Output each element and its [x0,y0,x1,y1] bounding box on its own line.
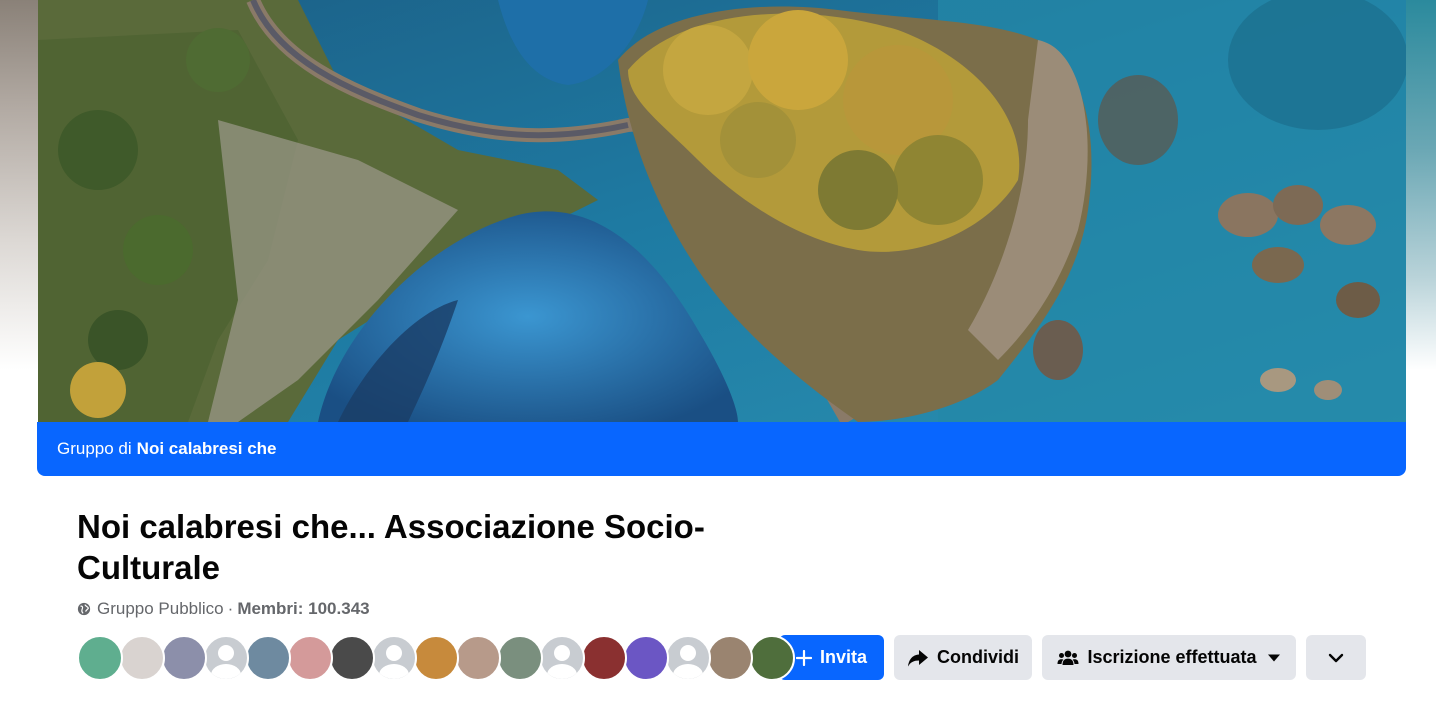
member-avatar[interactable] [329,635,375,681]
default-avatar-icon [218,645,234,661]
member-avatar[interactable] [539,635,585,681]
member-avatar[interactable] [707,635,753,681]
member-avatar[interactable] [77,635,123,681]
membership-label: Iscrizione effettuata [1087,647,1257,667]
default-avatar-icon [680,645,696,661]
cover-backdrop-right [1406,0,1436,370]
owner-prefix: Gruppo di [57,439,132,458]
member-avatar[interactable] [413,635,459,681]
member-avatar[interactable] [665,635,711,681]
member-avatar[interactable] [287,635,333,681]
member-avatar[interactable] [623,635,669,681]
member-avatar[interactable] [245,635,291,681]
more-options-button[interactable] [1306,635,1366,680]
group-title: Noi calabresi che... Associazione Socio-… [77,508,705,586]
membership-button[interactable]: Iscrizione effettuata [1042,635,1296,680]
plus-icon [795,649,812,666]
cover-photo[interactable] [38,0,1406,422]
member-avatar[interactable] [581,635,627,681]
share-label: Condividi [937,647,1019,667]
member-avatars [77,635,795,681]
owner-link[interactable]: Noi calabresi che [137,439,277,459]
chevron-down-icon [1328,653,1344,662]
member-avatar[interactable] [203,635,249,681]
caret-down-icon [1267,654,1280,661]
member-avatar[interactable] [161,635,207,681]
default-avatar-body [547,664,577,679]
meta-separator: · [227,599,234,618]
group-meta: Gruppo Pubblico · Membri: 100.343 [77,598,370,620]
privacy-label[interactable]: Gruppo Pubblico [97,599,224,619]
share-button[interactable]: Condividi [894,635,1032,680]
invite-label: Invita [819,647,867,667]
default-avatar-icon [554,645,570,661]
share-arrow-icon [908,649,928,666]
member-avatar[interactable] [371,635,417,681]
globe-icon [77,602,91,616]
default-avatar-body [673,664,703,679]
cover-backdrop-left [0,0,38,370]
member-avatar[interactable] [119,635,165,681]
default-avatar-body [379,664,409,679]
member-avatar[interactable] [497,635,543,681]
default-avatar-icon [386,645,402,661]
group-members-icon [1057,650,1079,665]
group-owner-bar: Gruppo di Noi calabresi che [37,422,1406,476]
members-count[interactable]: Membri: 100.343 [237,599,369,619]
default-avatar-body [211,664,241,679]
member-avatar[interactable] [455,635,501,681]
member-avatar[interactable] [749,635,795,681]
